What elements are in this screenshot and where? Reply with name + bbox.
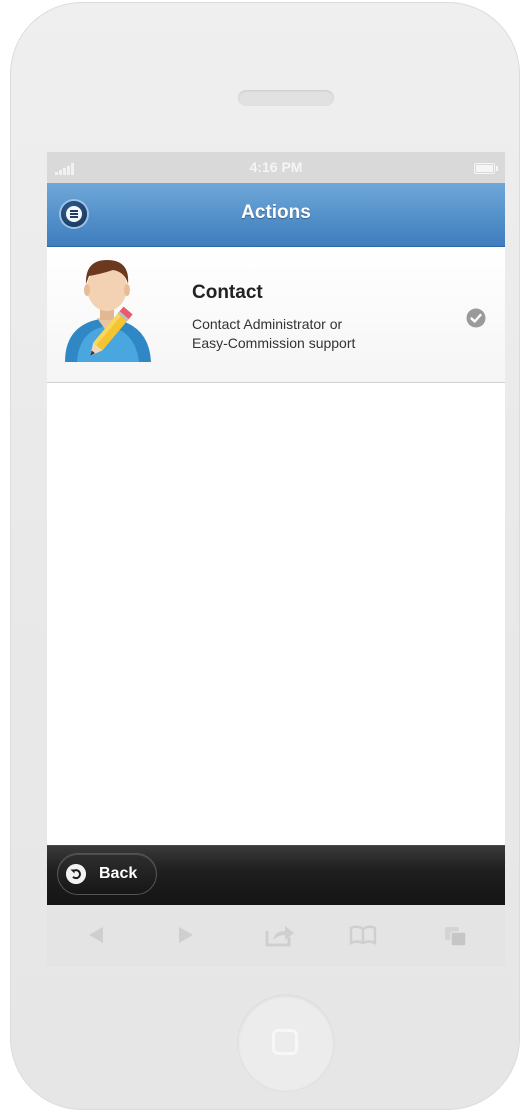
tabs-icon[interactable] [443,925,469,947]
description-line-1: Contact Administrator or [192,316,343,332]
list-item-title: Contact [192,282,263,303]
header-bar: Actions [47,183,505,247]
status-bar: 4:16 PM [47,152,505,183]
back-button[interactable]: Back [57,853,157,895]
check-icon [466,308,486,328]
list-item-contact[interactable]: Contact Contact Administrator or Easy-Co… [47,247,505,383]
browser-toolbar [47,905,505,967]
list-item-description: Contact Administrator or Easy-Commission… [192,315,432,353]
bookmarks-icon[interactable] [349,925,377,945]
home-button[interactable] [238,995,334,1091]
footer-bar: Back [47,845,505,906]
home-square-icon [272,1029,298,1055]
speaker-grille [238,90,334,106]
page-title: Actions [241,202,311,223]
back-arrow-icon [66,864,86,884]
status-time: 4:16 PM [249,159,303,175]
share-icon[interactable] [265,925,295,947]
back-button-label: Back [99,865,138,882]
screen: 4:16 PM Actions Contact Contact Administ… [47,152,505,967]
description-line-2: Easy-Commission support [192,335,356,351]
contact-avatar-icon [65,260,151,362]
browser-back-icon[interactable] [87,925,105,945]
browser-forward-icon[interactable] [177,925,195,945]
battery-icon [474,163,498,174]
